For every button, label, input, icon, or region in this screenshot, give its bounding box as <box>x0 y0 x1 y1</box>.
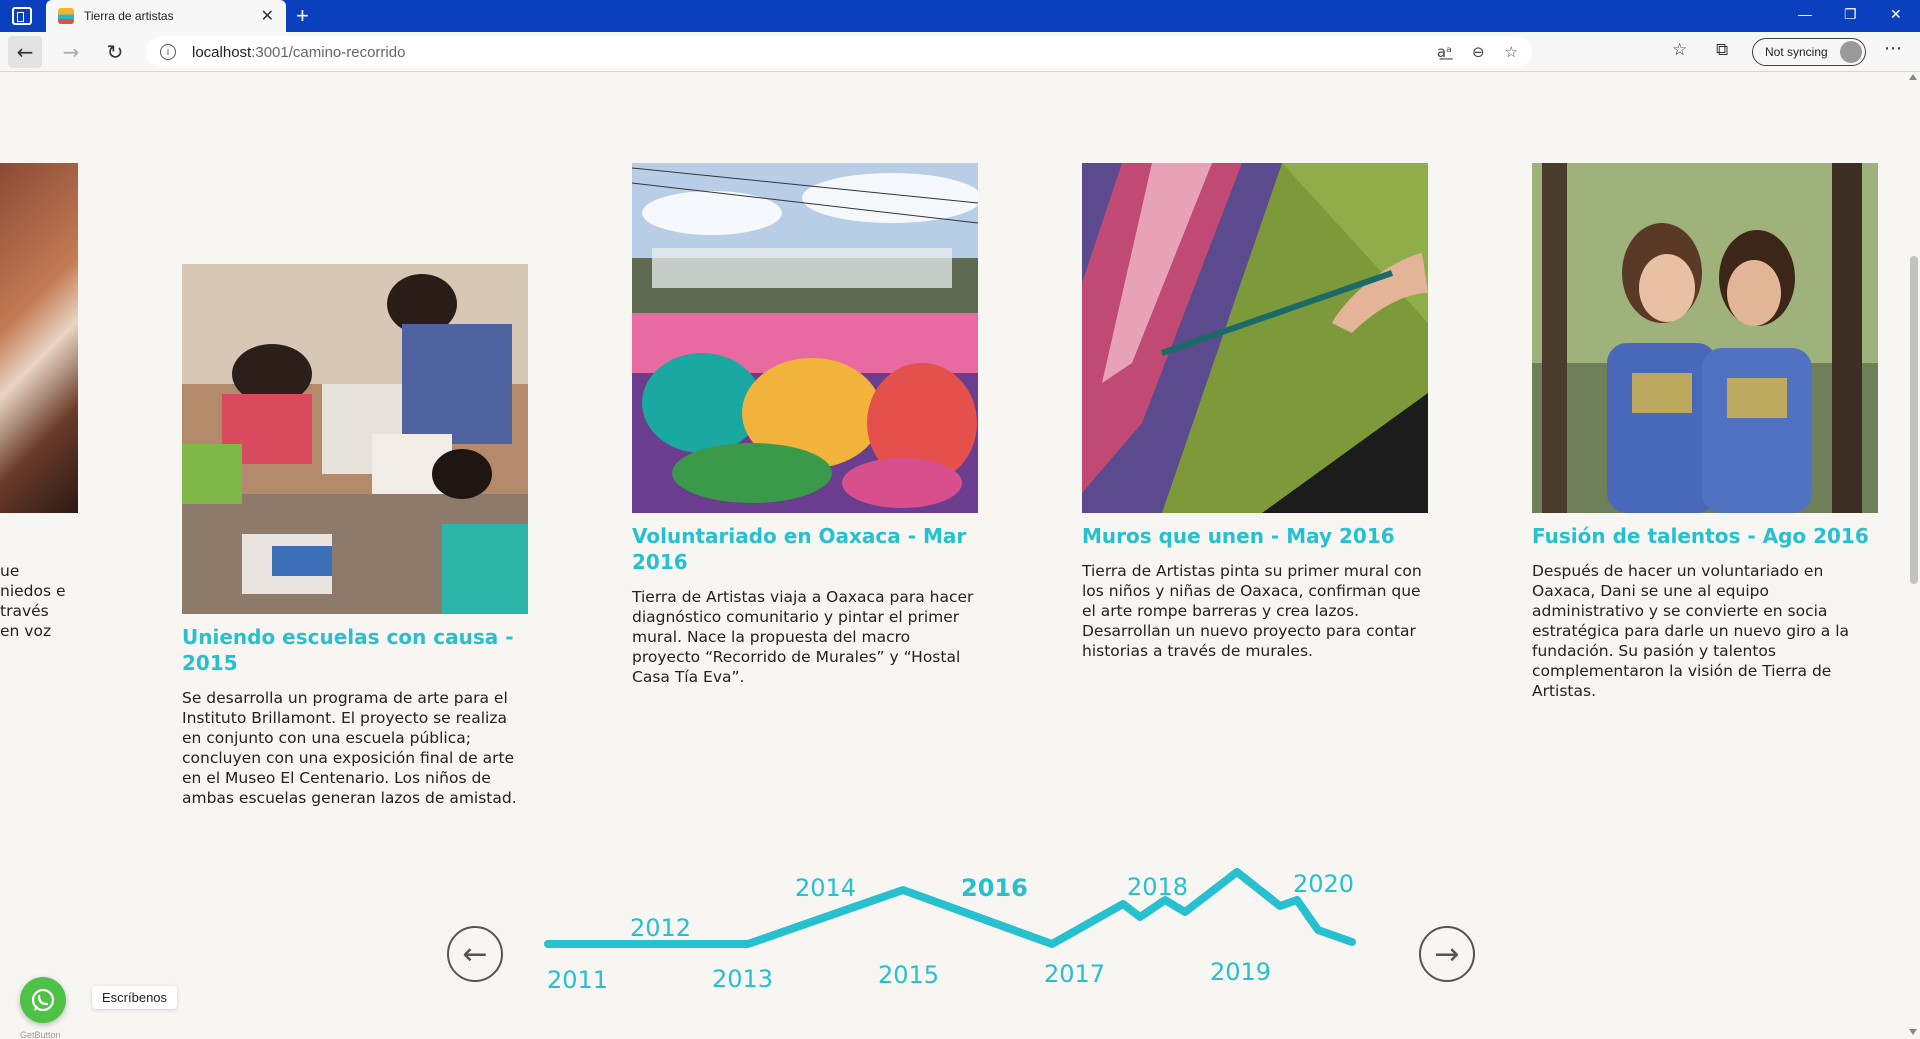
card-text: Tierra de Artistas viaja a Oaxaca para h… <box>632 588 974 686</box>
favorites-icon[interactable]: ☆ <box>1672 40 1687 60</box>
getbutton-credit[interactable]: GetButton <box>20 1030 61 1039</box>
collections-icon[interactable]: ⧉ <box>1716 40 1728 60</box>
page-scrollbar[interactable] <box>1906 72 1920 1039</box>
year-2020[interactable]: 2020 <box>1293 870 1354 898</box>
partial-card-photo <box>0 163 78 513</box>
card-title: Voluntariado en Oaxaca - Mar 2016 <box>632 524 967 574</box>
address-bar[interactable]: i localhost:3001/camino-recorrido a͟ᵃ ⊖ … <box>146 36 1532 68</box>
card-title: Muros que unen - May 2016 <box>1082 524 1395 548</box>
year-2019[interactable]: 2019 <box>1210 958 1271 986</box>
avatar <box>1840 41 1862 63</box>
card-title: Fusión de talentos - Ago 2016 <box>1532 524 1869 548</box>
year-2018[interactable]: 2018 <box>1127 873 1188 901</box>
timeline-card[interactable]: Uniendo escuelas con causa - 2015 Se des… <box>182 264 528 808</box>
card-photo-painting-wall <box>1082 163 1428 513</box>
tab-title: Tierra de artistas <box>84 9 174 23</box>
year-2011[interactable]: 2011 <box>547 966 608 994</box>
partial-line: ue <box>0 562 20 580</box>
whatsapp-button[interactable] <box>20 977 66 1023</box>
year-2017[interactable]: 2017 <box>1044 960 1105 988</box>
minimize-button[interactable]: — <box>1798 6 1812 22</box>
close-window-button[interactable]: ✕ <box>1890 6 1902 23</box>
browser-toolbar: ← → ↻ i localhost:3001/camino-recorrido … <box>0 32 1920 72</box>
card-text: Se desarrolla un programa de arte para e… <box>182 689 517 807</box>
sync-label: Not syncing <box>1765 45 1828 59</box>
partial-line: través <box>0 602 49 620</box>
timeline-card[interactable]: Fusión de talentos - Ago 2016 Después de… <box>1532 163 1878 701</box>
url-text: localhost:3001/camino-recorrido <box>192 43 406 61</box>
year-2013[interactable]: 2013 <box>712 965 773 993</box>
scroll-up-icon[interactable] <box>1909 74 1917 80</box>
reload-button[interactable]: ↻ <box>98 36 132 68</box>
tab-actions-icon[interactable] <box>12 7 32 25</box>
read-aloud-icon[interactable]: a͟ᵃ <box>1437 43 1452 61</box>
whatsapp-label[interactable]: Escríbenos <box>92 986 178 1009</box>
maximize-button[interactable]: ❐ <box>1844 6 1857 23</box>
year-2015[interactable]: 2015 <box>878 961 939 989</box>
card-text: Tierra de Artistas pinta su primer mural… <box>1082 562 1422 660</box>
year-2014[interactable]: 2014 <box>795 874 856 902</box>
year-2016[interactable]: 2016 <box>961 874 1028 902</box>
card-text: Después de hacer un voluntariado en Oaxa… <box>1532 562 1850 700</box>
whatsapp-icon <box>31 988 55 1012</box>
timeline-next-button[interactable]: → <box>1419 926 1475 982</box>
year-2012[interactable]: 2012 <box>630 914 691 942</box>
browser-tab[interactable]: Tierra de artistas ✕ <box>46 0 286 32</box>
timeline-card[interactable]: Muros que unen - May 2016 Tierra de Arti… <box>1082 163 1428 661</box>
more-menu-icon[interactable]: ⋯ <box>1884 38 1902 59</box>
favorite-add-icon[interactable]: ☆ <box>1505 43 1518 61</box>
card-title: Uniendo escuelas con causa - 2015 <box>182 625 514 675</box>
card-photo-oaxaca-mural <box>632 163 978 513</box>
page-viewport: ue niedos e través en voz Uniendo escuel… <box>0 72 1906 1039</box>
forward-button[interactable]: → <box>54 36 88 68</box>
address-bar-icons: a͟ᵃ ⊖ ☆ <box>1437 43 1518 61</box>
card-photo-two-women <box>1532 163 1878 513</box>
scroll-thumb[interactable] <box>1910 256 1918 584</box>
profile-sync-button[interactable]: Not syncing <box>1752 38 1866 66</box>
back-button[interactable]: ← <box>8 36 42 68</box>
partial-line: niedos e <box>0 582 66 600</box>
timeline-prev-button[interactable]: ← <box>447 926 503 982</box>
tab-close-icon[interactable]: ✕ <box>261 6 274 26</box>
zoom-icon[interactable]: ⊖ <box>1472 43 1485 61</box>
timeline-card[interactable]: Voluntariado en Oaxaca - Mar 2016 Tierra… <box>632 163 978 687</box>
site-info-icon[interactable]: i <box>160 44 176 60</box>
favicon-icon <box>58 8 74 24</box>
new-tab-button[interactable]: + <box>296 3 309 29</box>
card-photo-children-drawing <box>182 264 528 614</box>
scroll-down-icon[interactable] <box>1909 1029 1917 1035</box>
partial-line: en voz <box>0 622 52 640</box>
browser-titlebar: Tierra de artistas ✕ + — ❐ ✕ <box>0 0 1920 32</box>
partial-card-text: ue niedos e través en voz <box>0 561 70 641</box>
